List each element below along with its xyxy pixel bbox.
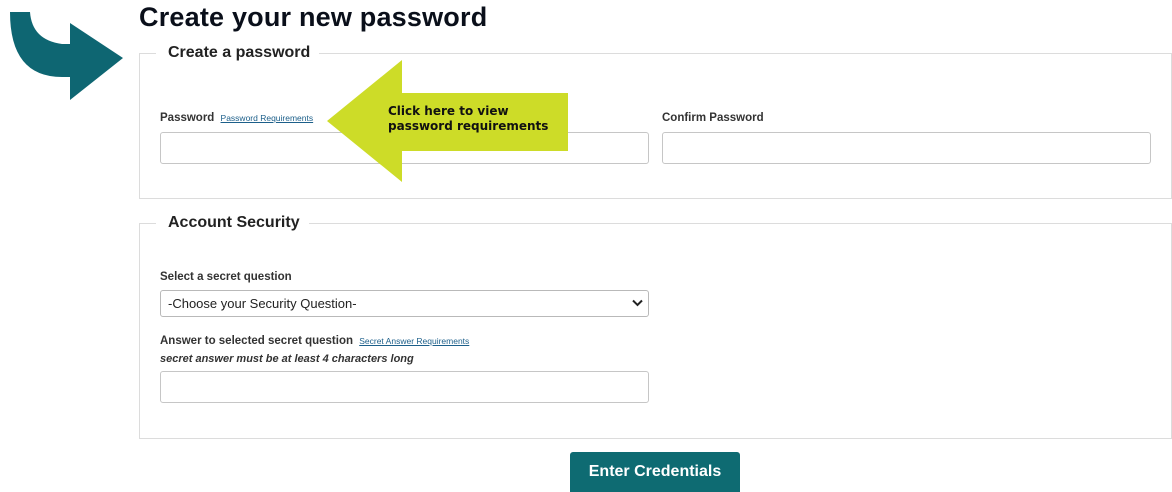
secret-answer-hint: secret answer must be at least 4 charact…: [160, 353, 414, 365]
confirm-password-label: Confirm Password: [662, 112, 764, 124]
secret-answer-input[interactable]: [160, 371, 649, 403]
password-label: Password Password Requirements: [160, 112, 313, 124]
account-security-section: Account Security: [139, 214, 1172, 439]
create-password-legend: Create a password: [168, 44, 311, 61]
password-label-text: Password: [160, 112, 215, 124]
page-title: Create your new password: [139, 2, 488, 32]
callout-line-1: Click here to view: [388, 104, 509, 118]
account-security-legend: Account Security: [168, 214, 300, 231]
secret-question-label: Select a secret question: [160, 271, 292, 283]
teal-curved-arrow-icon: [10, 12, 123, 100]
callout-line-2: password requirements: [388, 119, 549, 133]
secret-question-selected: -Choose your Security Question-: [168, 296, 357, 311]
password-requirements-link[interactable]: Password Requirements: [221, 113, 314, 123]
confirm-password-input[interactable]: [662, 132, 1151, 164]
chevron-down-icon: [632, 299, 643, 307]
secret-answer-requirements-link[interactable]: Secret Answer Requirements: [359, 336, 469, 346]
enter-credentials-button[interactable]: Enter Credentials: [570, 452, 740, 492]
secret-answer-label-text: Answer to selected secret question: [160, 335, 354, 347]
secret-answer-label: Answer to selected secret question Secre…: [160, 335, 469, 347]
secret-question-select[interactable]: -Choose your Security Question-: [160, 290, 649, 317]
callout-text: Click here to view password requirements: [388, 104, 568, 134]
